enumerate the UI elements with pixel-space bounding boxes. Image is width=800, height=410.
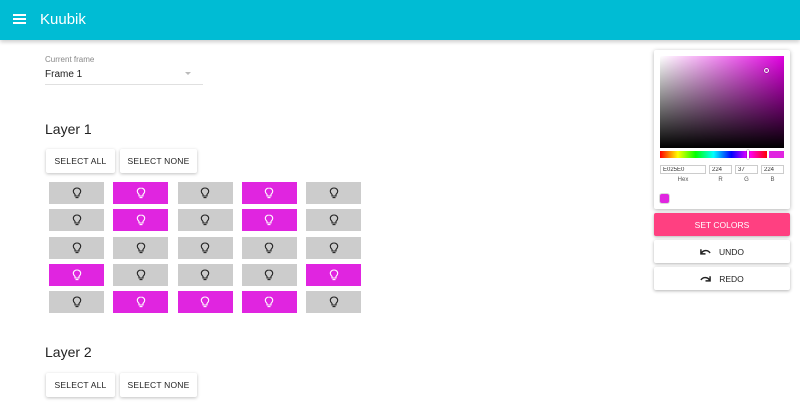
lightbulb-icon [265, 269, 274, 281]
hex-label: Hex [677, 177, 689, 183]
lightbulb-icon [200, 214, 210, 226]
app-bar: Kuubik [0, 0, 800, 40]
lightbulb-icon [72, 187, 81, 199]
lightbulb-icon [136, 269, 146, 281]
blue-input[interactable] [761, 165, 784, 174]
lightbulb-icon [265, 242, 274, 253]
led-cell[interactable] [49, 182, 104, 204]
saturation-value-area[interactable] [660, 56, 784, 148]
lightbulb-icon [265, 214, 274, 226]
current-frame-label: Current frame [45, 55, 95, 64]
led-cell[interactable] [241, 263, 297, 286]
lightbulb-icon [265, 296, 274, 308]
lightbulb-icon [72, 242, 81, 253]
led-cell[interactable] [306, 263, 362, 286]
color-pointer[interactable] [764, 68, 769, 73]
led-cell[interactable] [177, 182, 233, 204]
red-label: R [718, 177, 723, 183]
led-cell[interactable] [241, 236, 297, 259]
lightbulb-icon [329, 296, 338, 308]
color-picker-panel: Hex R G B [654, 50, 790, 209]
layer-2-title: Layer 2 [45, 344, 92, 360]
led-cell[interactable] [306, 182, 362, 204]
lightbulb-icon [72, 296, 81, 308]
layer-2-select-none-button[interactable]: Select none [120, 373, 197, 397]
lightbulb-icon [265, 187, 274, 199]
green-label: G [744, 177, 749, 183]
led-cell[interactable] [177, 263, 233, 286]
led-cell[interactable] [49, 263, 104, 286]
undo-button[interactable]: Undo [654, 240, 790, 263]
green-input[interactable] [735, 165, 758, 174]
lightbulb-icon [136, 296, 146, 308]
lightbulb-icon [72, 269, 81, 281]
led-cell[interactable] [241, 291, 297, 314]
lightbulb-icon [329, 242, 338, 253]
layer-1-title: Layer 1 [45, 121, 92, 137]
led-cell[interactable] [49, 209, 104, 232]
led-cell[interactable] [113, 291, 169, 314]
hue-slider[interactable] [660, 150, 767, 159]
lightbulb-icon [72, 214, 81, 226]
led-cell[interactable] [113, 263, 169, 286]
app-title: Kuubik [40, 11, 86, 28]
blue-label: B [770, 177, 775, 183]
lightbulb-icon [200, 187, 210, 199]
led-cell[interactable] [49, 236, 104, 259]
led-cell[interactable] [241, 182, 297, 204]
undo-label: Undo [718, 246, 745, 257]
lightbulb-icon [329, 269, 338, 281]
lightbulb-icon [136, 242, 146, 253]
led-cell[interactable] [113, 182, 169, 204]
hue-slider-thumb[interactable] [747, 150, 749, 159]
current-frame-value: Frame 1 [45, 69, 83, 80]
layer-1-select-none-button[interactable]: Select none [120, 149, 197, 173]
led-cell[interactable] [177, 209, 233, 232]
led-cell[interactable] [241, 209, 297, 232]
lightbulb-icon [200, 296, 210, 308]
red-input[interactable] [709, 165, 732, 174]
redo-button[interactable]: Redo [654, 267, 790, 290]
set-colors-button[interactable]: Set colors [654, 213, 790, 236]
redo-icon [700, 275, 712, 282]
lightbulb-icon [329, 214, 338, 226]
led-cell[interactable] [306, 291, 362, 314]
led-cell[interactable] [177, 291, 233, 314]
led-cell[interactable] [113, 209, 169, 232]
layer-1-select-all-button[interactable]: Select all [46, 149, 115, 173]
lightbulb-icon [136, 187, 146, 199]
current-color-swatch [769, 151, 784, 158]
layer-2-select-all-button[interactable]: Select all [46, 373, 115, 397]
lightbulb-icon [200, 269, 210, 281]
lightbulb-icon [329, 187, 338, 199]
lightbulb-icon [200, 242, 210, 253]
led-cell[interactable] [306, 209, 362, 232]
led-cell[interactable] [49, 291, 104, 314]
preset-color-swatch[interactable] [660, 194, 669, 203]
undo-icon [700, 248, 711, 255]
redo-label: Redo [719, 273, 744, 284]
set-colors-label: Set colors [694, 219, 750, 230]
led-cell[interactable] [177, 236, 233, 259]
hex-input[interactable] [660, 165, 706, 174]
dropdown-caret-icon [185, 72, 191, 75]
led-cell[interactable] [306, 236, 362, 259]
current-frame-select[interactable]: Current frame Frame 1 [45, 55, 203, 85]
lightbulb-icon [136, 214, 146, 226]
led-cell[interactable] [113, 236, 169, 259]
menu-icon[interactable] [13, 13, 26, 25]
